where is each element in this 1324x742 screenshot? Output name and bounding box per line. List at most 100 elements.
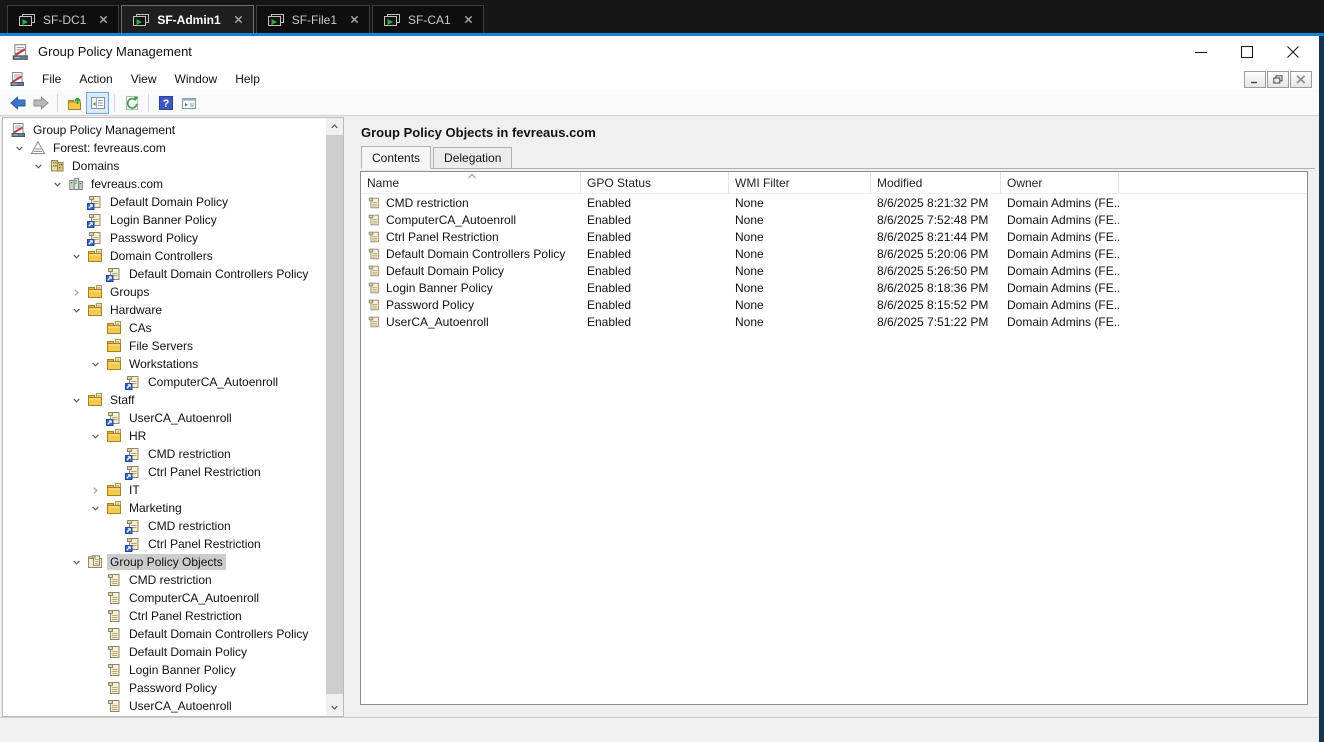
tree-item-domain-controllers[interactable]: Domain Controllers bbox=[3, 247, 326, 265]
session-tab-label: SF-CA1 bbox=[408, 13, 451, 27]
tree-item-hardware[interactable]: Hardware bbox=[3, 301, 326, 319]
gpo-row-default-domain-policy[interactable]: Default Domain PolicyEnabledNone8/6/2025… bbox=[361, 262, 1307, 279]
back-button[interactable] bbox=[6, 92, 29, 114]
scrollbar-thumb[interactable] bbox=[326, 135, 343, 694]
session-tab-sf-ca1[interactable]: SF-CA1 bbox=[372, 5, 484, 33]
gpo-row-computerca-autoenroll[interactable]: ComputerCA_AutoenrollEnabledNone8/6/2025… bbox=[361, 211, 1307, 228]
close-button[interactable] bbox=[1286, 45, 1300, 59]
session-tab-sf-admin1[interactable]: SF-Admin1 bbox=[121, 5, 253, 33]
help-button[interactable]: ? bbox=[154, 92, 177, 114]
cell-gpo-status: Enabled bbox=[581, 247, 729, 261]
minimize-child-button[interactable] bbox=[1244, 71, 1266, 88]
tree-item-default-domain-policy[interactable]: Default Domain Policy bbox=[3, 193, 326, 211]
tree-item-it[interactable]: IT bbox=[3, 481, 326, 499]
tab-delegation[interactable]: Delegation bbox=[433, 147, 512, 168]
close-tab-icon[interactable] bbox=[350, 15, 359, 24]
window-bottom-frame bbox=[0, 717, 1324, 742]
gpo-row-cmd-restriction[interactable]: CMD restrictionEnabledNone8/6/2025 8:21:… bbox=[361, 194, 1307, 211]
chevron-spacer bbox=[89, 608, 106, 624]
session-tab-sf-file1[interactable]: SF-File1 bbox=[256, 5, 370, 33]
column-header-gpo-status[interactable]: GPO Status bbox=[581, 172, 729, 193]
scroll-down-icon[interactable] bbox=[326, 699, 343, 716]
restore-child-button[interactable] bbox=[1267, 71, 1289, 88]
chevron-down-icon[interactable] bbox=[70, 302, 87, 318]
show-action-pane-button[interactable] bbox=[177, 92, 200, 114]
close-tab-icon[interactable] bbox=[99, 15, 108, 24]
gpo-row-userca-autoenroll[interactable]: UserCA_AutoenrollEnabledNone8/6/2025 7:5… bbox=[361, 313, 1307, 330]
tree-item-forest-fevreaus-com[interactable]: Forest: fevreaus.com bbox=[3, 139, 326, 157]
tree-item-computerca-autoenroll[interactable]: ComputerCA_Autoenroll bbox=[3, 589, 326, 607]
tree-item-ctrl-panel-restriction[interactable]: Ctrl Panel Restriction bbox=[3, 463, 326, 481]
tree-item-password-policy[interactable]: Password Policy bbox=[3, 679, 326, 697]
tree-item-workstations[interactable]: Workstations bbox=[3, 355, 326, 373]
tree-item-groups[interactable]: Groups bbox=[3, 283, 326, 301]
column-header-modified[interactable]: Modified bbox=[871, 172, 1001, 193]
chevron-right-icon[interactable] bbox=[89, 482, 106, 498]
menu-action[interactable]: Action bbox=[70, 68, 121, 90]
close-child-button[interactable] bbox=[1290, 71, 1312, 88]
menu-window[interactable]: Window bbox=[166, 68, 227, 90]
tree-item-computerca-autoenroll[interactable]: ComputerCA_Autoenroll bbox=[3, 373, 326, 391]
tab-contents[interactable]: Contents bbox=[361, 146, 431, 169]
tree-item-file-servers[interactable]: File Servers bbox=[3, 337, 326, 355]
tree-item-default-domain-controllers-policy[interactable]: Default Domain Controllers Policy bbox=[3, 265, 326, 283]
tree-item-login-banner-policy[interactable]: Login Banner Policy bbox=[3, 661, 326, 679]
tree-item-userca-autoenroll[interactable]: UserCA_Autoenroll bbox=[3, 697, 326, 715]
chevron-spacer bbox=[108, 374, 125, 390]
tree-item-fevreaus-com[interactable]: fevreaus.com bbox=[3, 175, 326, 193]
tree-item-default-domain-policy[interactable]: Default Domain Policy bbox=[3, 643, 326, 661]
tree-item-default-domain-controllers-policy[interactable]: Default Domain Controllers Policy bbox=[3, 625, 326, 643]
tree-item-domains[interactable]: Domains bbox=[3, 157, 326, 175]
chevron-down-icon[interactable] bbox=[13, 140, 30, 156]
menu-file[interactable]: File bbox=[33, 68, 70, 90]
gpo-row-ctrl-panel-restriction[interactable]: Ctrl Panel RestrictionEnabledNone8/6/202… bbox=[361, 228, 1307, 245]
tree-item-cmd-restriction[interactable]: CMD restriction bbox=[3, 445, 326, 463]
tree-item-marketing[interactable]: Marketing bbox=[3, 499, 326, 517]
gpo-row-password-policy[interactable]: Password PolicyEnabledNone8/6/2025 8:15:… bbox=[361, 296, 1307, 313]
chevron-down-icon[interactable] bbox=[89, 356, 106, 372]
tree-scrollbar[interactable] bbox=[326, 118, 343, 716]
chevron-down-icon[interactable] bbox=[51, 176, 68, 192]
column-header-name[interactable]: Name bbox=[361, 172, 581, 193]
chevron-down-icon[interactable] bbox=[70, 248, 87, 264]
tree-item-password-policy[interactable]: Password Policy bbox=[3, 229, 326, 247]
scroll-up-icon[interactable] bbox=[326, 118, 343, 135]
column-header-wmi-filter[interactable]: WMI Filter bbox=[729, 172, 871, 193]
tree-item-userca-autoenroll[interactable]: UserCA_Autoenroll bbox=[3, 409, 326, 427]
window-title: Group Policy Management bbox=[38, 36, 192, 68]
forward-button[interactable] bbox=[29, 92, 52, 114]
gpo-row-default-domain-controllers-policy[interactable]: Default Domain Controllers PolicyEnabled… bbox=[361, 245, 1307, 262]
chevron-down-icon[interactable] bbox=[70, 554, 87, 570]
tree-item-ctrl-panel-restriction[interactable]: Ctrl Panel Restriction bbox=[3, 607, 326, 625]
column-header-owner[interactable]: Owner bbox=[1001, 172, 1119, 193]
tree-item-cmd-restriction[interactable]: CMD restriction bbox=[3, 571, 326, 589]
cell-owner: Domain Admins (FE... bbox=[1001, 213, 1119, 227]
tree-item-hr[interactable]: HR bbox=[3, 427, 326, 445]
tree-item-label: CMD restriction bbox=[145, 518, 234, 534]
tree-item-cmd-restriction[interactable]: CMD restriction bbox=[3, 517, 326, 535]
chevron-down-icon[interactable] bbox=[89, 428, 106, 444]
tree-item-group-policy-objects[interactable]: Group Policy Objects bbox=[3, 553, 326, 571]
tree-item-group-policy-management[interactable]: Group Policy Management bbox=[3, 121, 326, 139]
gpo-row-login-banner-policy[interactable]: Login Banner PolicyEnabledNone8/6/2025 8… bbox=[361, 279, 1307, 296]
maximize-button[interactable] bbox=[1240, 45, 1254, 59]
close-tab-icon[interactable] bbox=[234, 15, 243, 24]
tree-item-ctrl-panel-restriction[interactable]: Ctrl Panel Restriction bbox=[3, 535, 326, 553]
close-tab-icon[interactable] bbox=[464, 15, 473, 24]
menu-view[interactable]: View bbox=[122, 68, 166, 90]
session-tab-sf-dc1[interactable]: SF-DC1 bbox=[7, 5, 119, 33]
show-console-tree-button[interactable] bbox=[86, 92, 109, 114]
tree-item-login-banner-policy[interactable]: Login Banner Policy bbox=[3, 211, 326, 229]
minimize-button[interactable] bbox=[1194, 45, 1208, 59]
tree-item-staff[interactable]: Staff bbox=[3, 391, 326, 409]
tree-item-label: IT bbox=[126, 482, 143, 498]
chevron-down-icon[interactable] bbox=[32, 158, 49, 174]
chevron-right-icon[interactable] bbox=[70, 284, 87, 300]
chevron-down-icon[interactable] bbox=[89, 500, 106, 516]
tree-item-cas[interactable]: CAs bbox=[3, 319, 326, 337]
menu-help[interactable]: Help bbox=[226, 68, 269, 90]
tree-item-label: HR bbox=[126, 428, 149, 444]
up-one-level-button[interactable] bbox=[63, 92, 86, 114]
refresh-button[interactable] bbox=[120, 92, 143, 114]
chevron-down-icon[interactable] bbox=[70, 392, 87, 408]
